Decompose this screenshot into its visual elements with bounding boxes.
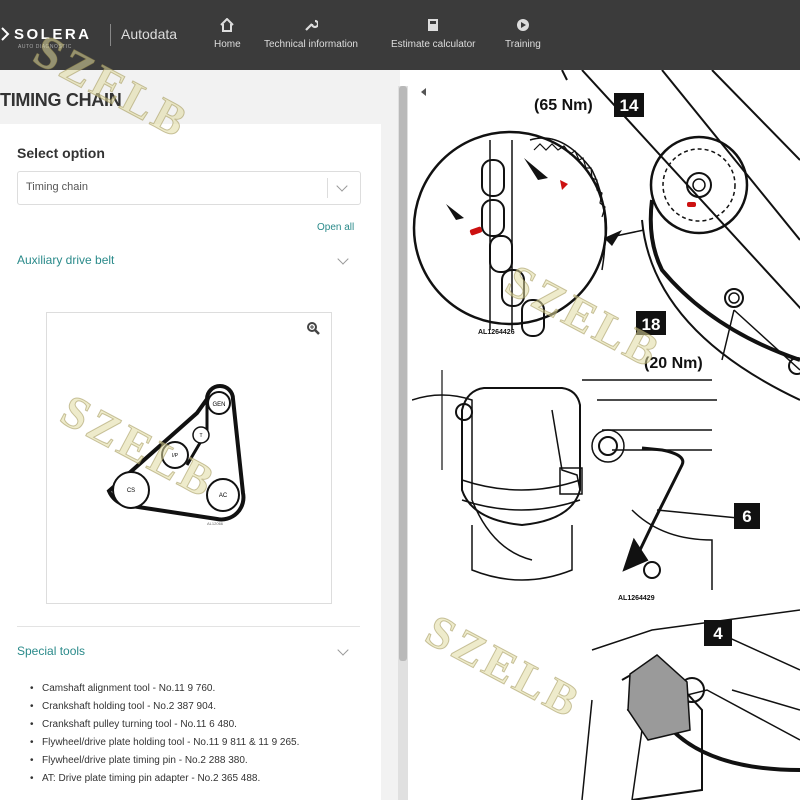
select-option-label: Select option	[17, 145, 105, 161]
calculator-icon	[428, 19, 439, 31]
nav-technical-information-label: Technical information	[264, 39, 358, 50]
nav-home-label: Home	[214, 39, 241, 50]
nav-estimate-calculator-label: Estimate calculator	[391, 39, 476, 50]
torque-label-65nm: (65 Nm)	[534, 97, 593, 114]
figure-code-1: AL1264426	[478, 329, 515, 336]
play-icon	[516, 19, 529, 31]
diagram-caption: AL12066	[207, 521, 224, 526]
nav-home[interactable]: Home	[214, 18, 241, 50]
callout-14: 14	[620, 96, 639, 115]
svg-text:T: T	[199, 433, 202, 439]
solera-logo-icon	[1, 27, 10, 41]
list-item: AT: Drive plate timing pin adapter - No.…	[28, 770, 338, 787]
list-item: Camshaft alignment tool - No.11 9 760.	[28, 680, 338, 697]
sidebar-scrollbar-thumb[interactable]	[399, 86, 407, 661]
section-special-tools[interactable]: Special tools	[17, 644, 85, 658]
list-item: Crankshaft holding tool - No.2 387 904.	[28, 698, 338, 715]
wrench-icon	[305, 19, 318, 31]
bracket-tool-fill	[627, 654, 691, 741]
pulley-tensioner: T	[192, 426, 210, 444]
section-auxiliary-drive-belt[interactable]: Auxiliary drive belt	[17, 253, 114, 267]
list-item: Flywheel/drive plate holding tool - No.1…	[28, 734, 338, 751]
callout-4: 4	[713, 624, 723, 643]
option-select-value: Timing chain	[26, 181, 88, 193]
logo-divider	[110, 24, 111, 46]
list-item: Flywheel/drive plate timing pin - No.2 2…	[28, 752, 338, 769]
special-tools-list: Camshaft alignment tool - No.11 9 760. C…	[28, 680, 338, 788]
nav-technical-information[interactable]: Technical information	[264, 18, 358, 50]
zoom-icon[interactable]	[306, 321, 320, 335]
pulley-gen: GEN	[207, 391, 231, 415]
open-all-link[interactable]: Open all	[317, 222, 354, 233]
select-divider	[327, 178, 328, 198]
svg-text:GEN: GEN	[212, 402, 225, 408]
timing-chain-technical-drawing: (65 Nm) 14 18 (20 Nm) 6 4 AL1264426 AL12…	[412, 70, 800, 800]
list-item: Crankshaft pulley turning tool - No.11 6…	[28, 716, 338, 733]
svg-text:AC: AC	[219, 493, 228, 499]
top-nav-bar: SOLERA AUTO DIAGNOSTIC Autodata Home Tec…	[0, 0, 800, 70]
home-icon	[220, 18, 235, 32]
figure-code-2: AL1264429	[618, 595, 655, 602]
svg-text:CS: CS	[127, 488, 135, 494]
callout-6: 6	[742, 507, 751, 526]
nav-training-label: Training	[505, 39, 541, 50]
section-divider	[17, 626, 360, 627]
nav-estimate-calculator[interactable]: Estimate calculator	[391, 18, 475, 50]
autodata-brand[interactable]: Autodata	[121, 26, 177, 42]
nav-training[interactable]: Training	[505, 18, 541, 50]
